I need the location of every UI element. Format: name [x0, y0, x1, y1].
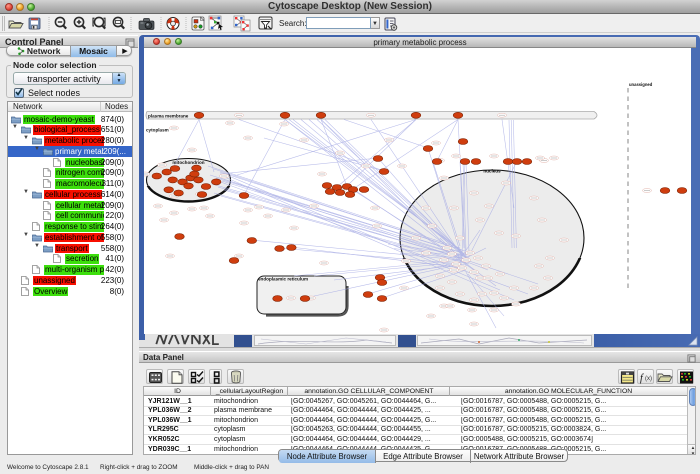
svg-text:nucleus: nucleus	[483, 169, 501, 174]
svg-text:cytoplasm: cytoplasm	[146, 128, 169, 133]
svg-text:unassigned: unassigned	[629, 82, 653, 87]
svg-text:(x): (x)	[645, 376, 652, 382]
svg-text:endoplasmic reticulum: endoplasmic reticulum	[258, 277, 308, 282]
svg-text:mitochondrion: mitochondrion	[172, 160, 204, 165]
svg-text:plasma membrane: plasma membrane	[148, 114, 189, 119]
svg-text:f: f	[640, 373, 644, 384]
